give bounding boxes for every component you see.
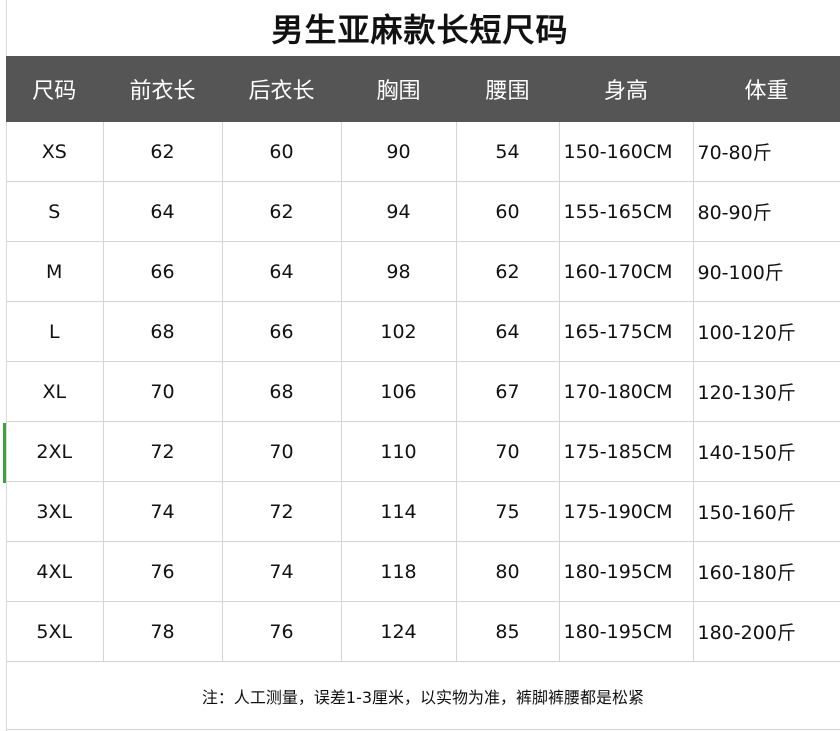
cell-height[interactable]: 165-175CM: [559, 301, 694, 362]
table-row: 5XL 78 76 124 85 180-195CM 180-200斤: [6, 601, 840, 662]
cell-size[interactable]: 2XL: [6, 421, 104, 482]
cell-size[interactable]: XL: [6, 361, 104, 422]
cell-front-length[interactable]: 68: [103, 301, 223, 362]
size-chart-page: 男生亚麻款长短尺码 尺码 前衣长 后衣长 胸围 腰围 身高 体重 XS 62 6…: [0, 0, 840, 731]
cell-waist[interactable]: 64: [456, 301, 560, 362]
cell-height[interactable]: 175-185CM: [559, 421, 694, 482]
cell-waist[interactable]: 85: [456, 601, 560, 662]
cell-chest[interactable]: 114: [341, 481, 457, 542]
cell-front-length[interactable]: 78: [103, 601, 223, 662]
cell-front-length[interactable]: 76: [103, 541, 223, 602]
header-back-length: 后衣长: [222, 56, 342, 122]
cell-front-length[interactable]: 74: [103, 481, 223, 542]
cell-back-length[interactable]: 68: [222, 361, 342, 422]
cell-weight[interactable]: 180-200斤: [693, 601, 840, 662]
table-row: 4XL 76 74 118 80 180-195CM 160-180斤: [6, 541, 840, 602]
cell-back-length[interactable]: 74: [222, 541, 342, 602]
header-chest: 胸围: [341, 56, 457, 122]
cell-chest[interactable]: 106: [341, 361, 457, 422]
cell-chest[interactable]: 94: [341, 181, 457, 242]
cell-front-length[interactable]: 62: [103, 122, 223, 182]
cell-front-length[interactable]: 72: [103, 421, 223, 482]
cell-height[interactable]: 150-160CM: [559, 122, 694, 182]
cell-waist[interactable]: 67: [456, 361, 560, 422]
cell-size[interactable]: L: [6, 301, 104, 362]
cell-chest[interactable]: 98: [341, 241, 457, 302]
cell-waist[interactable]: 62: [456, 241, 560, 302]
cell-height[interactable]: 170-180CM: [559, 361, 694, 422]
cell-weight[interactable]: 120-130斤: [693, 361, 840, 422]
cell-waist[interactable]: 75: [456, 481, 560, 542]
header-waist: 腰围: [456, 56, 560, 122]
cell-weight[interactable]: 160-180斤: [693, 541, 840, 602]
size-table: 尺码 前衣长 后衣长 胸围 腰围 身高 体重 XS 62 60 90 54 15…: [6, 56, 840, 662]
cell-front-length[interactable]: 66: [103, 241, 223, 302]
cell-weight[interactable]: 150-160斤: [693, 481, 840, 542]
table-row: XL 70 68 106 67 170-180CM 120-130斤: [6, 361, 840, 422]
table-row: 2XL 72 70 110 70 175-185CM 140-150斤: [6, 421, 840, 482]
cell-front-length[interactable]: 70: [103, 361, 223, 422]
cell-waist[interactable]: 80: [456, 541, 560, 602]
table-row: 3XL 74 72 114 75 175-190CM 150-160斤: [6, 481, 840, 542]
cell-weight[interactable]: 140-150斤: [693, 421, 840, 482]
cell-waist[interactable]: 54: [456, 122, 560, 182]
cell-height[interactable]: 155-165CM: [559, 181, 694, 242]
cell-back-length[interactable]: 76: [222, 601, 342, 662]
cell-chest[interactable]: 118: [341, 541, 457, 602]
cell-size[interactable]: XS: [6, 122, 104, 182]
cell-size[interactable]: M: [6, 241, 104, 302]
cell-waist[interactable]: 70: [456, 421, 560, 482]
header-row: 尺码 前衣长 后衣长 胸围 腰围 身高 体重: [6, 56, 840, 122]
measurement-note: 注：人工测量，误差1-3厘米，以实物为准，裤脚裤腰都是松紧: [6, 663, 840, 730]
header-front-length: 前衣长: [103, 56, 223, 122]
cell-waist[interactable]: 60: [456, 181, 560, 242]
cell-back-length[interactable]: 72: [222, 481, 342, 542]
cell-size[interactable]: S: [6, 181, 104, 242]
table-row: XS 62 60 90 54 150-160CM 70-80斤: [6, 122, 840, 182]
cell-height[interactable]: 180-195CM: [559, 601, 694, 662]
cell-chest[interactable]: 110: [341, 421, 457, 482]
cell-back-length[interactable]: 60: [222, 122, 342, 182]
cell-weight[interactable]: 80-90斤: [693, 181, 840, 242]
cell-weight[interactable]: 90-100斤: [693, 241, 840, 302]
header-weight: 体重: [693, 56, 840, 122]
cell-chest[interactable]: 124: [341, 601, 457, 662]
table-row: L 68 66 102 64 165-175CM 100-120斤: [6, 301, 840, 362]
cell-size[interactable]: 5XL: [6, 601, 104, 662]
cell-chest[interactable]: 102: [341, 301, 457, 362]
table-row: M 66 64 98 62 160-170CM 90-100斤: [6, 241, 840, 302]
cell-front-length[interactable]: 64: [103, 181, 223, 242]
cell-back-length[interactable]: 70: [222, 421, 342, 482]
cell-back-length[interactable]: 62: [222, 181, 342, 242]
header-height: 身高: [559, 56, 694, 122]
cell-height[interactable]: 160-170CM: [559, 241, 694, 302]
cell-back-length[interactable]: 66: [222, 301, 342, 362]
cell-height[interactable]: 175-190CM: [559, 481, 694, 542]
cell-size[interactable]: 4XL: [6, 541, 104, 602]
cell-height[interactable]: 180-195CM: [559, 541, 694, 602]
table-row: S 64 62 94 60 155-165CM 80-90斤: [6, 181, 840, 242]
header-size: 尺码: [6, 56, 104, 122]
cell-back-length[interactable]: 64: [222, 241, 342, 302]
page-title: 男生亚麻款长短尺码: [271, 11, 569, 49]
cell-weight[interactable]: 70-80斤: [693, 122, 840, 182]
cell-weight[interactable]: 100-120斤: [693, 301, 840, 362]
cell-size[interactable]: 3XL: [6, 481, 104, 542]
cell-chest[interactable]: 90: [341, 122, 457, 182]
